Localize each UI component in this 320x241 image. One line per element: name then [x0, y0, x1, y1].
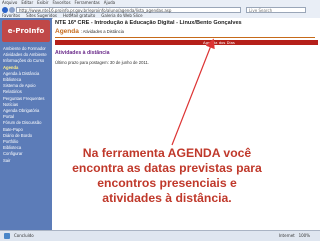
page-title-text: Agenda — [55, 28, 79, 35]
page-subtitle: : Atividades a Distância — [80, 29, 124, 34]
navigation-bar — [55, 40, 318, 45]
status-bar: Concluído Internet 100% — [0, 230, 320, 241]
section-title: Atividades à distância — [55, 50, 110, 56]
sidebar-menu: Ambiente do Formador Atividades do Ambie… — [3, 46, 51, 164]
sidebar: e-ProInfo Ambiente do Formador Atividade… — [0, 18, 52, 230]
menu-item-favoritos[interactable]: Favoritos — [52, 0, 70, 7]
menu-item-arquivo[interactable]: Arquivo — [2, 0, 17, 7]
menu-item-editar[interactable]: Editar — [21, 0, 33, 7]
callout-text: Na ferramenta AGENDA você encontra as da… — [72, 146, 262, 205]
menu-item-ajuda[interactable]: Ajuda — [104, 0, 115, 7]
title-divider — [55, 37, 315, 38]
deadline-text: Último prazo para postagem: 30 de junho … — [55, 60, 149, 65]
sidebar-item-informacoes-curso[interactable]: Informações do Curso — [3, 58, 51, 64]
browser-menu-bar: Arquivo Editar Exibir Favoritos Ferramen… — [2, 0, 115, 7]
sidebar-item-perguntas[interactable]: Perguntas Frequentes — [3, 96, 51, 102]
page-icon — [4, 233, 10, 239]
browser-chrome: Arquivo Editar Exibir Favoritos Ferramen… — [0, 0, 320, 19]
page-title: Agenda : Atividades a Distância — [55, 28, 124, 35]
eproinfo-logo: e-ProInfo — [2, 20, 50, 42]
agenda-tab-link[interactable]: Agenda dos Dias — [203, 40, 235, 45]
menu-item-ferramentas[interactable]: Ferramentas — [75, 0, 100, 7]
menu-item-exibir[interactable]: Exibir — [37, 0, 48, 7]
zoom-level[interactable]: 100% — [299, 233, 310, 238]
sidebar-item-sair[interactable]: Sair — [3, 158, 51, 164]
course-title: NTE 16º CRE - Introdução à Educação Digi… — [55, 20, 242, 26]
zone-label: Internet — [278, 233, 295, 238]
